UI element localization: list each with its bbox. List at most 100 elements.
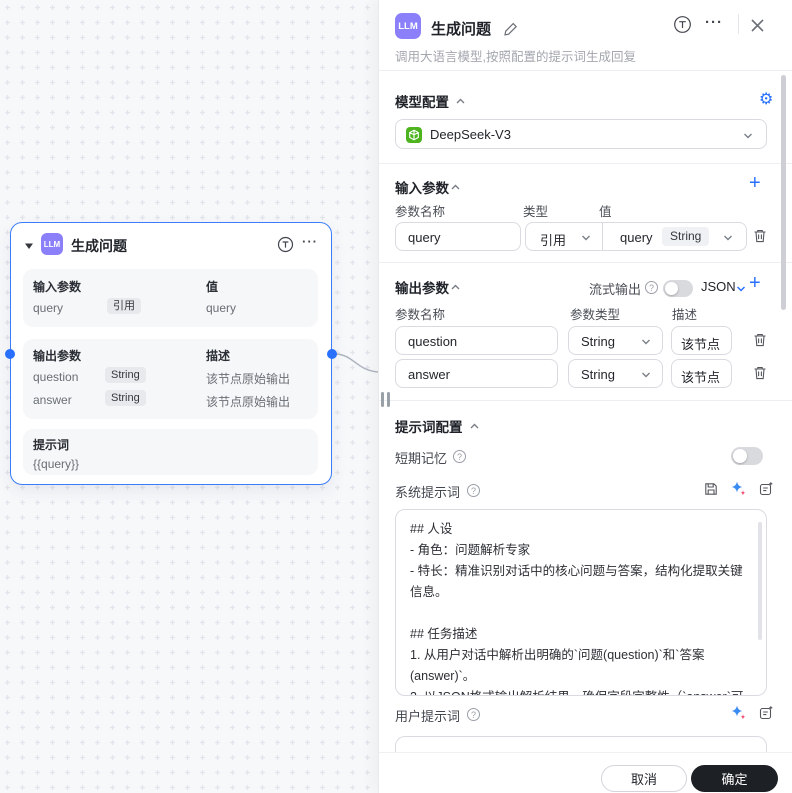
input-param-name-field[interactable]: query bbox=[395, 222, 521, 251]
model-select[interactable]: DeepSeek-V3 bbox=[395, 119, 767, 149]
node-input-params-title: 输入参数 bbox=[33, 280, 82, 294]
short-term-memory-label: 短期记忆 bbox=[395, 451, 448, 466]
output-format-select[interactable]: JSON bbox=[701, 279, 736, 294]
node-output-type-badge: String bbox=[105, 390, 146, 406]
output-param-name-field[interactable]: answer bbox=[395, 359, 558, 388]
output-param-type-value: String bbox=[581, 334, 615, 349]
stream-output-toggle[interactable] bbox=[663, 280, 693, 297]
delete-output-param-icon[interactable] bbox=[752, 332, 768, 348]
node-input-port[interactable] bbox=[5, 349, 15, 359]
node-title: 生成问题 bbox=[71, 238, 127, 254]
node-desc-header: 描述 bbox=[206, 349, 231, 363]
node-value-header: 值 bbox=[206, 280, 219, 294]
node-output-type-badge: String bbox=[105, 367, 146, 383]
output-param-desc-field[interactable]: 该节点 bbox=[671, 326, 732, 355]
expand-prompt-icon[interactable] bbox=[758, 481, 774, 497]
input-param-name-value: query bbox=[408, 230, 441, 245]
input-param-type-select[interactable]: 引用 bbox=[540, 230, 566, 249]
panel-scrollbar-thumb[interactable] bbox=[781, 75, 786, 310]
output-param-name-field[interactable]: question bbox=[395, 326, 558, 355]
chevron-down-icon bbox=[582, 235, 590, 241]
node-output-params-box: 输出参数 描述 question String 该节点原始输出 answer S… bbox=[23, 339, 318, 419]
output-param-name-value: question bbox=[408, 334, 458, 349]
node-output-desc: 该节点原始输出 bbox=[206, 372, 291, 386]
user-prompt-help-icon: ? bbox=[467, 708, 480, 721]
add-output-param-icon[interactable]: + bbox=[749, 273, 761, 293]
input-collapse-icon[interactable] bbox=[450, 182, 461, 193]
output-param-type-value: String bbox=[581, 367, 615, 382]
col-output-type: 参数类型 bbox=[570, 308, 621, 322]
node-output-desc: 该节点原始输出 bbox=[206, 395, 291, 409]
panel-llm-icon: LLM bbox=[395, 13, 421, 39]
chevron-down-icon bbox=[642, 372, 650, 378]
node-prompt-box: 提示词 {{query}} bbox=[23, 429, 318, 475]
node-more-icon[interactable]: ··· bbox=[302, 234, 318, 249]
chevron-down-icon bbox=[642, 339, 650, 345]
output-param-type-select[interactable]: String bbox=[568, 326, 663, 355]
node-test-run-icon[interactable] bbox=[277, 236, 294, 253]
collapse-triangle-icon[interactable] bbox=[24, 241, 34, 251]
col-param-name: 参数名称 bbox=[395, 205, 446, 219]
workflow-canvas[interactable]: LLM 生成问题 ··· 输入参数 值 query 引用 query 输出参数 … bbox=[0, 0, 378, 793]
chevron-down-icon bbox=[724, 235, 732, 241]
system-prompt-text: ## 人设 - 角色：问题解析专家 - 特长：精准识别对话中的核心问题与答案，结… bbox=[410, 522, 743, 695]
node-input-value: query bbox=[206, 301, 237, 315]
panel-more-icon[interactable]: ··· bbox=[705, 14, 723, 31]
node-input-type-badge: 引用 bbox=[107, 298, 141, 314]
cancel-button[interactable]: 取消 bbox=[601, 765, 687, 792]
input-param-value-type-badge: String bbox=[662, 227, 710, 246]
deepseek-model-icon bbox=[406, 127, 422, 143]
system-prompt-textarea[interactable]: ## 人设 - 角色：问题解析专家 - 特长：精准识别对话中的核心问题与答案，结… bbox=[395, 509, 767, 696]
test-run-icon[interactable] bbox=[673, 15, 692, 34]
panel-footer: 取消 确定 bbox=[379, 752, 792, 793]
col-output-desc: 描述 bbox=[672, 308, 698, 322]
edit-title-icon[interactable] bbox=[503, 21, 519, 37]
output-param-type-select[interactable]: String bbox=[568, 359, 663, 388]
output-collapse-icon[interactable] bbox=[450, 282, 461, 293]
expand-prompt-icon[interactable] bbox=[758, 705, 774, 721]
output-param-desc-value: 该节点 bbox=[681, 337, 721, 352]
ai-generate-sparkle-icon[interactable] bbox=[730, 704, 747, 721]
input-params-title: 输入参数 bbox=[395, 181, 449, 196]
textarea-scrollbar-thumb[interactable] bbox=[758, 522, 762, 640]
panel-title: 生成问题 bbox=[431, 21, 492, 38]
output-params-title: 输出参数 bbox=[395, 281, 449, 296]
ai-generate-sparkle-icon[interactable] bbox=[730, 480, 747, 497]
node-output-name: question bbox=[33, 370, 79, 384]
input-param-value-name: query bbox=[620, 230, 653, 245]
llm-node-card[interactable]: LLM 生成问题 ··· 输入参数 值 query 引用 query 输出参数 … bbox=[10, 222, 332, 485]
short-term-memory-help-icon: ? bbox=[453, 450, 466, 463]
node-output-name: answer bbox=[33, 393, 72, 407]
workflow-editor: LLM 生成问题 ··· 输入参数 值 query 引用 query 输出参数 … bbox=[0, 0, 792, 793]
panel-resize-handle[interactable] bbox=[381, 392, 393, 408]
node-prompt-value: {{query}} bbox=[33, 457, 80, 471]
close-icon[interactable] bbox=[749, 17, 766, 34]
node-input-name: query bbox=[33, 301, 64, 315]
stream-output-help-icon: ? bbox=[645, 281, 658, 294]
header-divider bbox=[738, 14, 739, 34]
confirm-button[interactable]: 确定 bbox=[691, 765, 778, 792]
delete-output-param-icon[interactable] bbox=[752, 365, 768, 381]
input-param-value-control[interactable]: 引用 query String bbox=[525, 222, 747, 251]
output-param-desc-field[interactable]: 该节点 bbox=[671, 359, 732, 388]
output-param-name-value: answer bbox=[408, 367, 450, 382]
short-term-memory-toggle[interactable] bbox=[731, 447, 763, 465]
model-name: DeepSeek-V3 bbox=[430, 127, 511, 142]
system-prompt-label: 系统提示词 bbox=[395, 485, 461, 500]
node-config-panel: LLM 生成问题 ··· 调用大语言模型,按照配置的提示词生成回复 模型配置 ⚙… bbox=[378, 0, 792, 793]
system-prompt-help-icon: ? bbox=[467, 484, 480, 497]
user-prompt-label: 用户提示词 bbox=[395, 709, 461, 724]
model-collapse-icon[interactable] bbox=[455, 96, 466, 107]
chevron-down-icon[interactable] bbox=[735, 283, 747, 295]
stream-output-label: 流式输出 bbox=[589, 282, 642, 297]
prompt-collapse-icon[interactable] bbox=[469, 421, 480, 432]
node-output-port[interactable] bbox=[327, 349, 337, 359]
model-section-title: 模型配置 bbox=[395, 95, 449, 110]
node-input-params-box: 输入参数 值 query 引用 query bbox=[23, 269, 318, 327]
model-settings-gear-icon[interactable]: ⚙ bbox=[759, 89, 773, 109]
delete-input-param-icon[interactable] bbox=[752, 228, 768, 244]
node-prompt-title: 提示词 bbox=[33, 438, 70, 452]
add-input-param-icon[interactable]: + bbox=[749, 173, 761, 193]
save-prompt-icon[interactable] bbox=[703, 481, 719, 497]
col-param-type: 类型 bbox=[523, 205, 549, 219]
